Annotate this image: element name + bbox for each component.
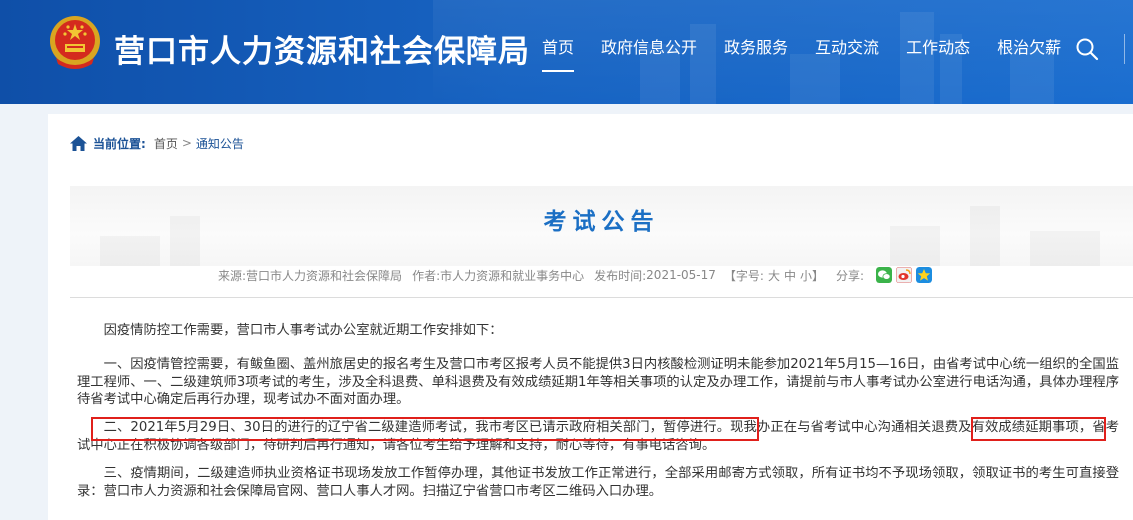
font-size-medium[interactable]: 中 [784,267,796,284]
nav-interaction[interactable]: 互动交流 [815,36,879,62]
meta-divider [70,297,1133,298]
meta-author: 市人力资源和就业事务中心 [440,268,585,283]
article-title-box: 考试公告 [70,186,1133,266]
meta-date-label: 发布时间: [594,268,647,283]
article-paragraph: 一、因疫情管控需要，有鲅鱼圈、盖州旅居史的报名考生及营口市考区报考人员不能提供3… [77,356,1119,408]
site-header: 营口市人力资源和社会保障局 首页 政府信息公开 政务服务 互动交流 工作动态 根… [0,0,1133,104]
breadcrumb: 当前位置: 首页 > 通知公告 [70,134,244,152]
article-paragraph: 因疫情防控工作需要，营口市人事考试办公室就近期工作安排如下： [103,323,503,338]
breadcrumb-label: 当前位置: [93,136,146,151]
article-title: 考试公告 [543,209,660,235]
share-label: 分享: [836,268,865,283]
search-icon[interactable] [1075,37,1099,61]
nav-government-services[interactable]: 政务服务 [724,36,788,62]
title-watermark [1030,231,1100,266]
nav-work-news[interactable]: 工作动态 [906,36,970,62]
highlight-box-suspension [91,417,759,441]
breadcrumb-separator: > [181,136,192,150]
main-nav: 首页 政府信息公开 政务服务 互动交流 工作动态 根治欠薪 [542,36,1088,72]
meta-source: 营口市人力资源和社会保障局 [246,268,403,283]
header-divider [1124,34,1125,64]
breadcrumb-current[interactable]: 通知公告 [196,135,244,152]
home-icon [70,135,87,151]
nav-government-info[interactable]: 政府信息公开 [601,36,697,62]
nav-home[interactable]: 首页 [542,36,575,72]
font-size-label: 【字号: [723,268,764,283]
weibo-share-icon[interactable] [896,267,913,283]
content-panel: 当前位置: 首页 > 通知公告 考试公告 来源: 营口市人力资源和社会保障局 作… [48,114,1133,520]
wechat-share-icon[interactable] [876,267,893,283]
breadcrumb-home-link[interactable]: 首页 [154,135,178,152]
qzone-share-icon[interactable] [916,267,933,283]
font-size-close: 】 [812,268,825,283]
nav-wage-arrears[interactable]: 根治欠薪 [997,36,1061,62]
site-title: 营口市人力资源和社会保障局 [114,34,530,70]
meta-source-label: 来源: [218,268,247,283]
meta-author-label: 作者: [412,268,441,283]
meta-date: 2021-05-17 [646,268,716,282]
highlight-box-refund [971,417,1106,441]
font-size-large[interactable]: 大 [768,267,780,284]
article-paragraph: 三、疫情期间，二级建造师执业资格证书现场发放工作暂停办理，其他证书发放工作正常进… [77,465,1119,499]
article-meta: 来源: 营口市人力资源和社会保障局 作者: 市人力资源和就业事务中心 发布时间:… [218,266,933,284]
font-size-small[interactable]: 小 [800,267,812,284]
national-emblem-icon [50,16,100,69]
title-watermark [100,236,160,266]
